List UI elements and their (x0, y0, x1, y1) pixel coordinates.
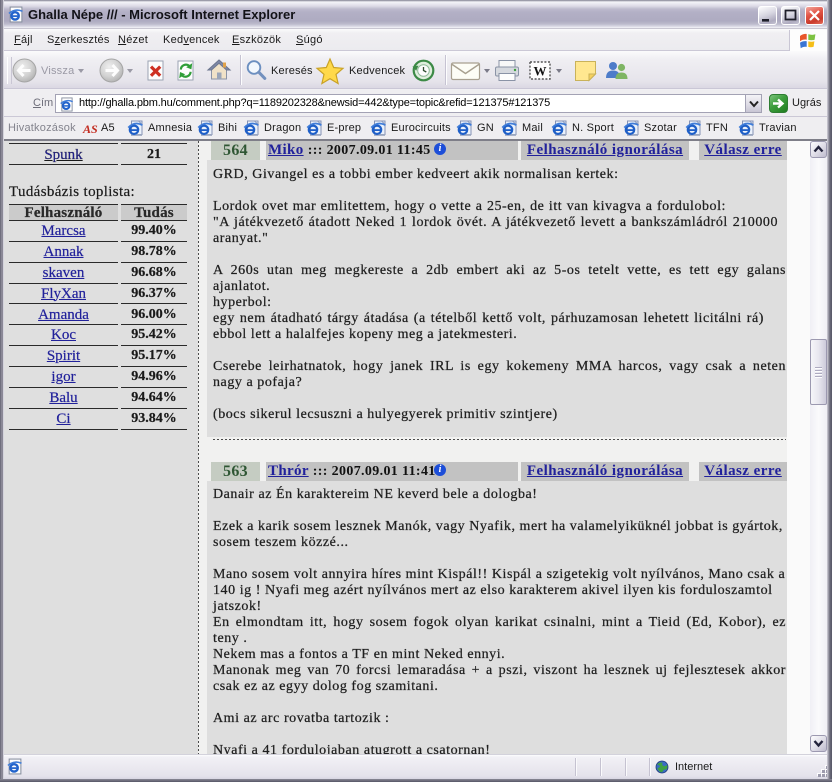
svg-text:W: W (534, 64, 547, 79)
